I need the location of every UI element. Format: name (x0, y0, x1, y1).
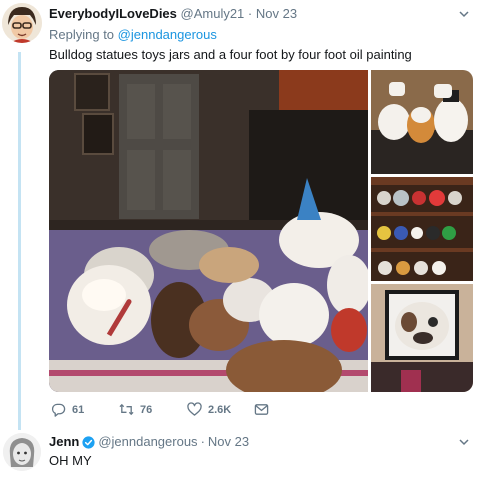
chevron-down-icon[interactable] (458, 8, 470, 20)
retweet-icon (119, 403, 134, 416)
envelope-icon (254, 404, 269, 415)
bulldog-oil-painting-photo[interactable] (371, 284, 473, 392)
bulldog-statues-shelf-photo[interactable] (371, 177, 473, 281)
reply-count: 61 (72, 403, 85, 416)
direct-message-button[interactable] (254, 402, 269, 417)
separator: · (200, 434, 205, 449)
reply-icon (51, 403, 66, 417)
bedroom-dog-toys-photo[interactable] (49, 70, 371, 392)
chevron-down-icon[interactable] (458, 436, 470, 448)
like-count: 2.6K (208, 403, 232, 416)
replying-prefix: Replying to (49, 27, 115, 42)
like-button[interactable]: 2.6K (187, 402, 231, 417)
bulldog-cookie-jars-photo[interactable] (371, 70, 473, 174)
reply-date[interactable]: Nov 23 (208, 434, 249, 450)
verified-badge-icon (82, 435, 95, 449)
replying-to: Replying to @jenndangerous (49, 27, 217, 42)
thread-connector-line (18, 52, 21, 430)
tweet-actions: 61 76 2.6K (49, 402, 349, 418)
reply-author-handle[interactable]: @jenndangerous (98, 434, 197, 450)
retweet-button[interactable]: 76 (119, 402, 152, 417)
reply-button[interactable]: 61 (51, 402, 84, 417)
retweet-count: 76 (140, 403, 153, 416)
heart-icon (187, 402, 202, 416)
avatar[interactable] (2, 3, 42, 43)
author-name[interactable]: EverybodyILoveDies (49, 6, 177, 21)
reply-header: Jenn @jenndangerous · Nov 23 (49, 434, 249, 450)
tweet-date[interactable]: Nov 23 (256, 6, 297, 21)
replying-to-mention[interactable]: @jenndangerous (118, 27, 217, 42)
tweet-text: Bulldog statues toys jars and a four foo… (49, 47, 412, 62)
reply-author-name[interactable]: Jenn (49, 434, 79, 450)
cartoon-avatar-image (2, 3, 42, 43)
tweet-header: EverybodyILoveDies @Amuly21 · Nov 23 (49, 6, 297, 22)
author-handle[interactable]: @Amuly21 (181, 6, 245, 21)
sketch-avatar-image (3, 433, 41, 471)
reply-text: OH MY (49, 453, 92, 468)
separator: · (247, 6, 253, 21)
tweet-media[interactable] (49, 70, 473, 392)
avatar[interactable] (3, 433, 41, 471)
